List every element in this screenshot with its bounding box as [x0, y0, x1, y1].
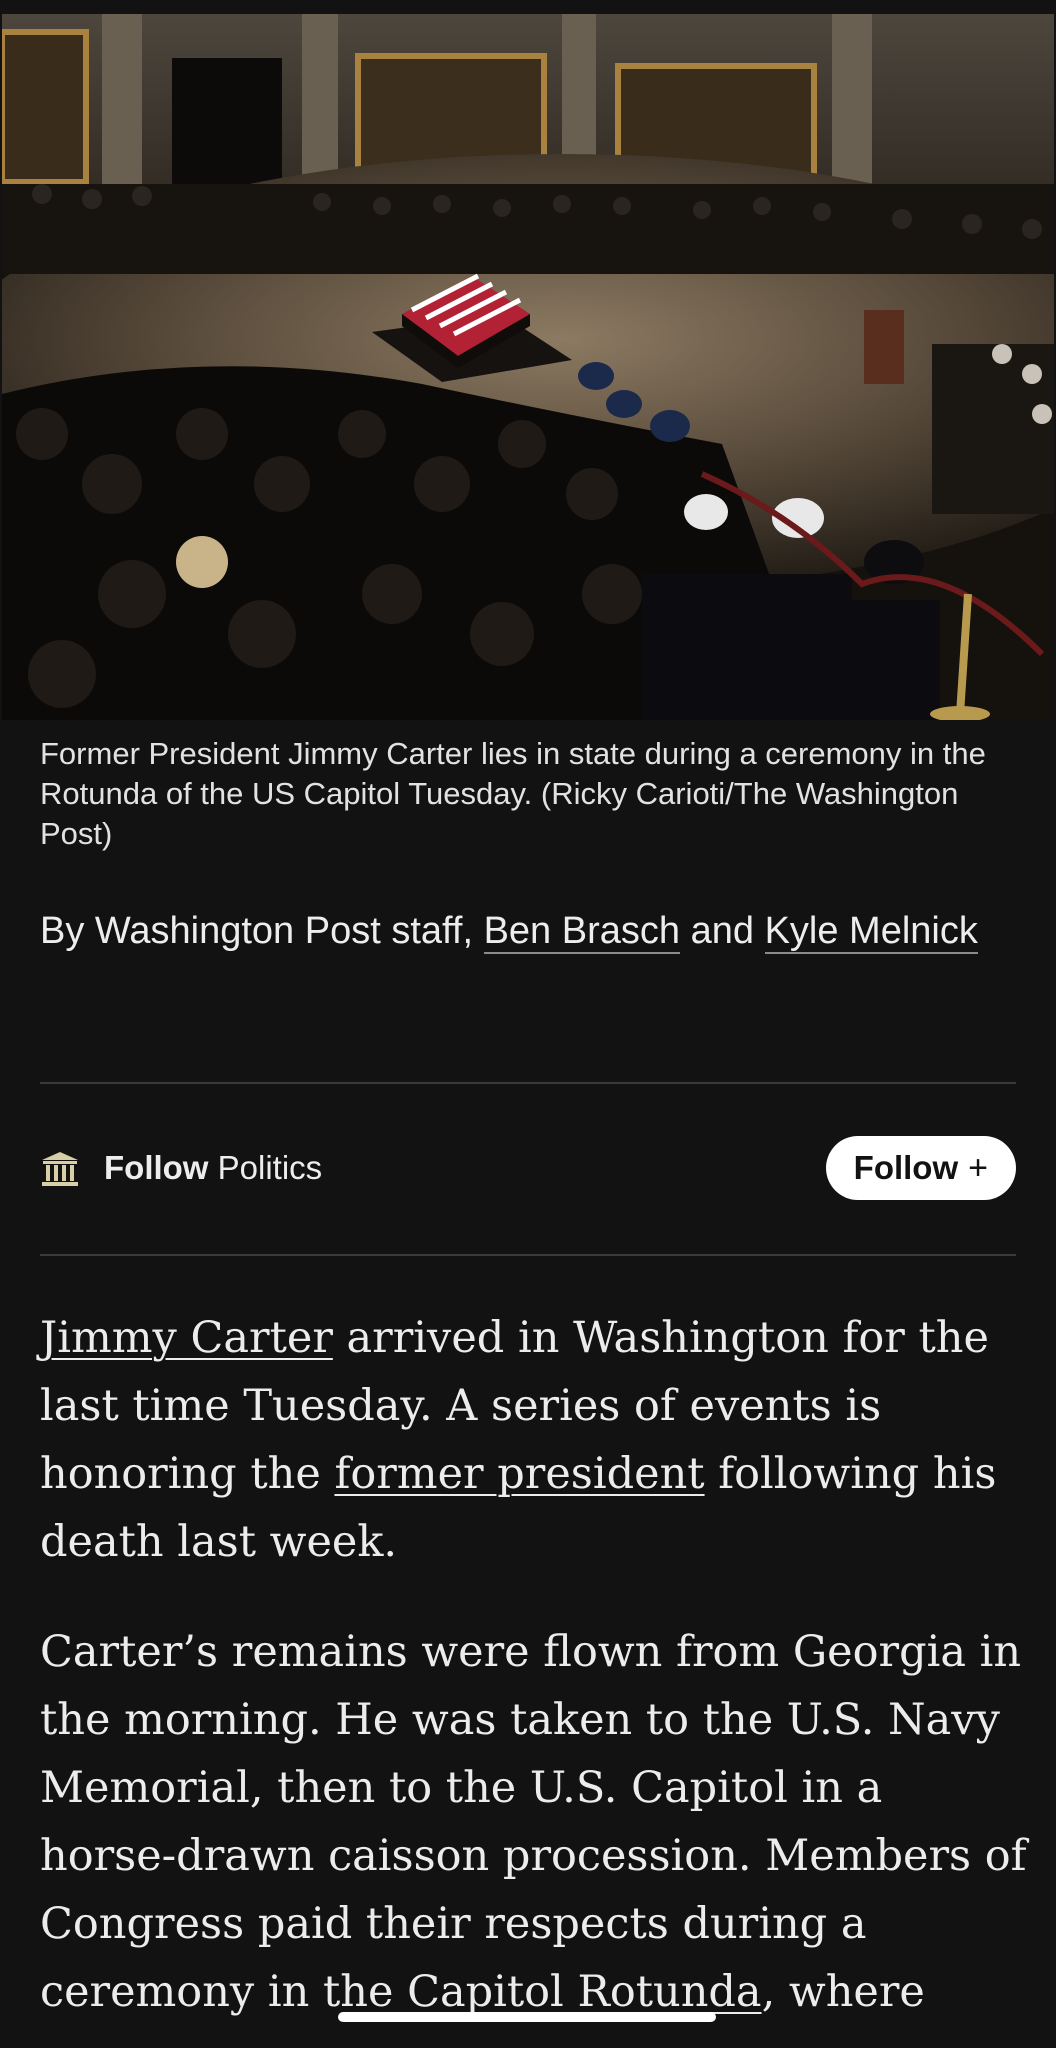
home-indicator[interactable] — [338, 2012, 716, 2022]
link-jimmy-carter[interactable]: Jimmy Carter — [40, 1313, 333, 1363]
hero-photo[interactable] — [2, 14, 1054, 720]
byline-and: and — [690, 910, 754, 952]
article-paragraph-2: Carter’s remains were flown from Georgia… — [40, 1618, 1030, 2026]
divider-bottom — [40, 1254, 1016, 1256]
rotunda-ceremony-image — [2, 14, 1054, 720]
follow-label-bold: Follow — [104, 1149, 209, 1186]
author-link-ben-brasch[interactable]: Ben Brasch — [483, 910, 681, 954]
byline-staff: Washington Post staff, — [94, 910, 474, 952]
follow-button[interactable]: Follow + — [825, 1136, 1016, 1200]
plus-icon: + — [968, 1148, 988, 1187]
paragraph-2-text-a: Carter’s remains were flown from Georgia… — [40, 1627, 1027, 2017]
paragraph-2-text-b: , where — [761, 1967, 925, 2017]
byline: By Washington Post staff, Ben Brasch and… — [40, 904, 1020, 958]
follow-topic-name: Politics — [217, 1149, 323, 1186]
link-former-president[interactable]: former president — [334, 1449, 704, 1499]
pillar-icon — [42, 1152, 78, 1186]
author-link-kyle-melnick[interactable]: Kyle Melnick — [764, 910, 978, 954]
divider-top — [40, 1082, 1016, 1084]
link-capitol-rotunda[interactable]: Capitol Rotunda — [407, 1967, 762, 2017]
photo-caption: Former President Jimmy Carter lies in st… — [40, 736, 986, 851]
follow-button-label: Follow — [853, 1149, 959, 1186]
follow-topic-row: Follow Politics Follow + — [40, 1136, 1016, 1200]
byline-prefix: By — [40, 910, 85, 952]
article-paragraph-1: Jimmy Carter arrived in Washington for t… — [40, 1304, 1030, 1576]
follow-topic-label: Follow Politics — [104, 1149, 322, 1187]
